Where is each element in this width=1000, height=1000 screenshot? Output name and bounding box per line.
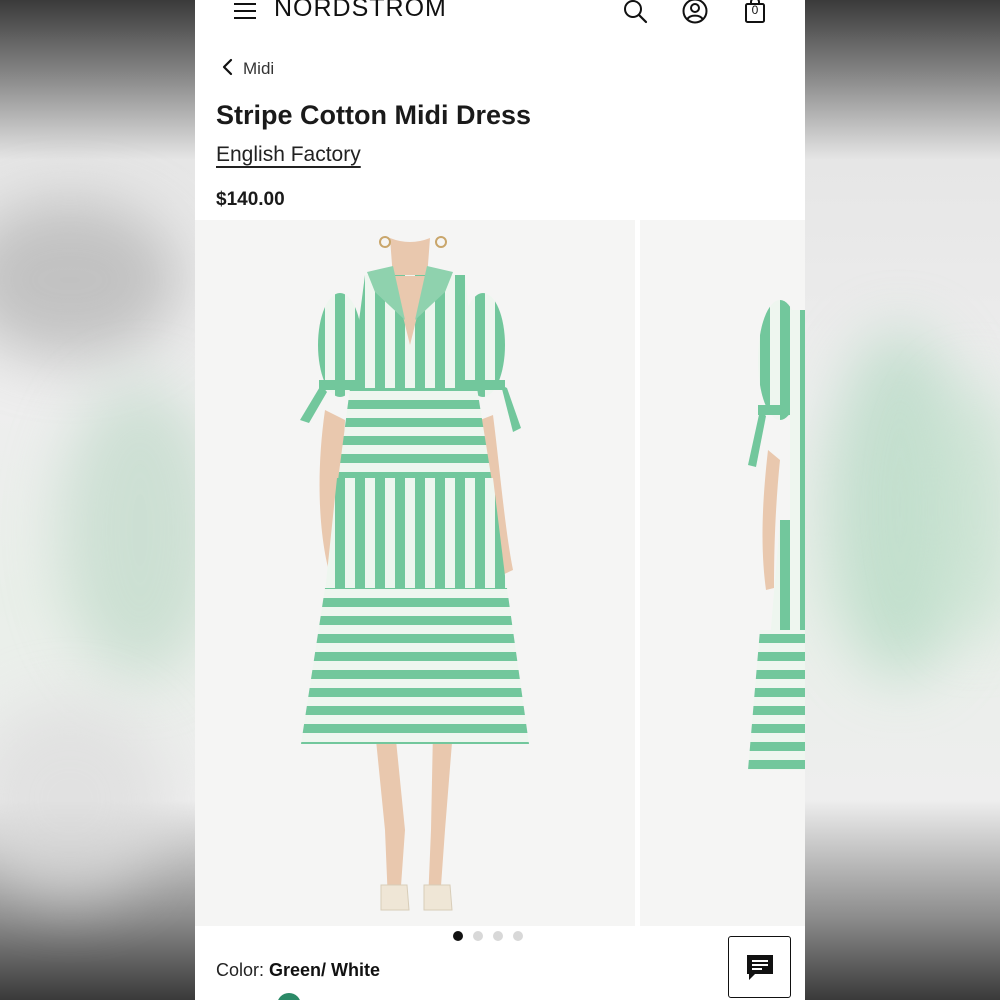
product-photo-main[interactable] <box>195 220 635 926</box>
carousel-dot-2[interactable] <box>473 931 483 941</box>
product-image-carousel[interactable] <box>195 220 805 926</box>
product-title: Stripe Cotton Midi Dress <box>216 100 532 130</box>
background-left <box>0 0 195 1000</box>
carousel-dot-4[interactable] <box>513 931 523 941</box>
background-right <box>805 0 1000 1000</box>
hamburger-menu-icon[interactable] <box>233 0 259 22</box>
chevron-left-icon <box>221 58 235 80</box>
account-icon[interactable] <box>680 0 710 26</box>
brand-link[interactable]: English Factory <box>216 143 361 167</box>
product-photo-next[interactable] <box>640 220 805 926</box>
color-selection-label: Color: Green/ White <box>216 960 380 981</box>
phone-screen: NORDSTROM 0 Midi Stripe Cotton Midi Dres… <box>195 0 805 1000</box>
bag-count-badge: 0 <box>751 3 759 17</box>
color-label: Color: <box>216 960 270 980</box>
shopping-bag-icon[interactable]: 0 <box>740 0 770 26</box>
carousel-pagination <box>453 931 523 941</box>
color-value: Green/ White <box>269 960 381 980</box>
breadcrumb-label: Midi <box>243 59 275 78</box>
product-price: $140.00 <box>216 189 285 210</box>
header-bar: NORDSTROM 0 <box>195 0 805 30</box>
chat-button[interactable] <box>728 936 791 998</box>
carousel-dot-1[interactable] <box>453 931 463 941</box>
breadcrumb-back-link[interactable]: Midi <box>221 58 274 80</box>
carousel-dot-3[interactable] <box>493 931 503 941</box>
nordstrom-logo[interactable]: NORDSTROM <box>274 0 447 23</box>
search-icon[interactable] <box>620 0 650 26</box>
color-swatch-green[interactable] <box>277 993 301 1000</box>
